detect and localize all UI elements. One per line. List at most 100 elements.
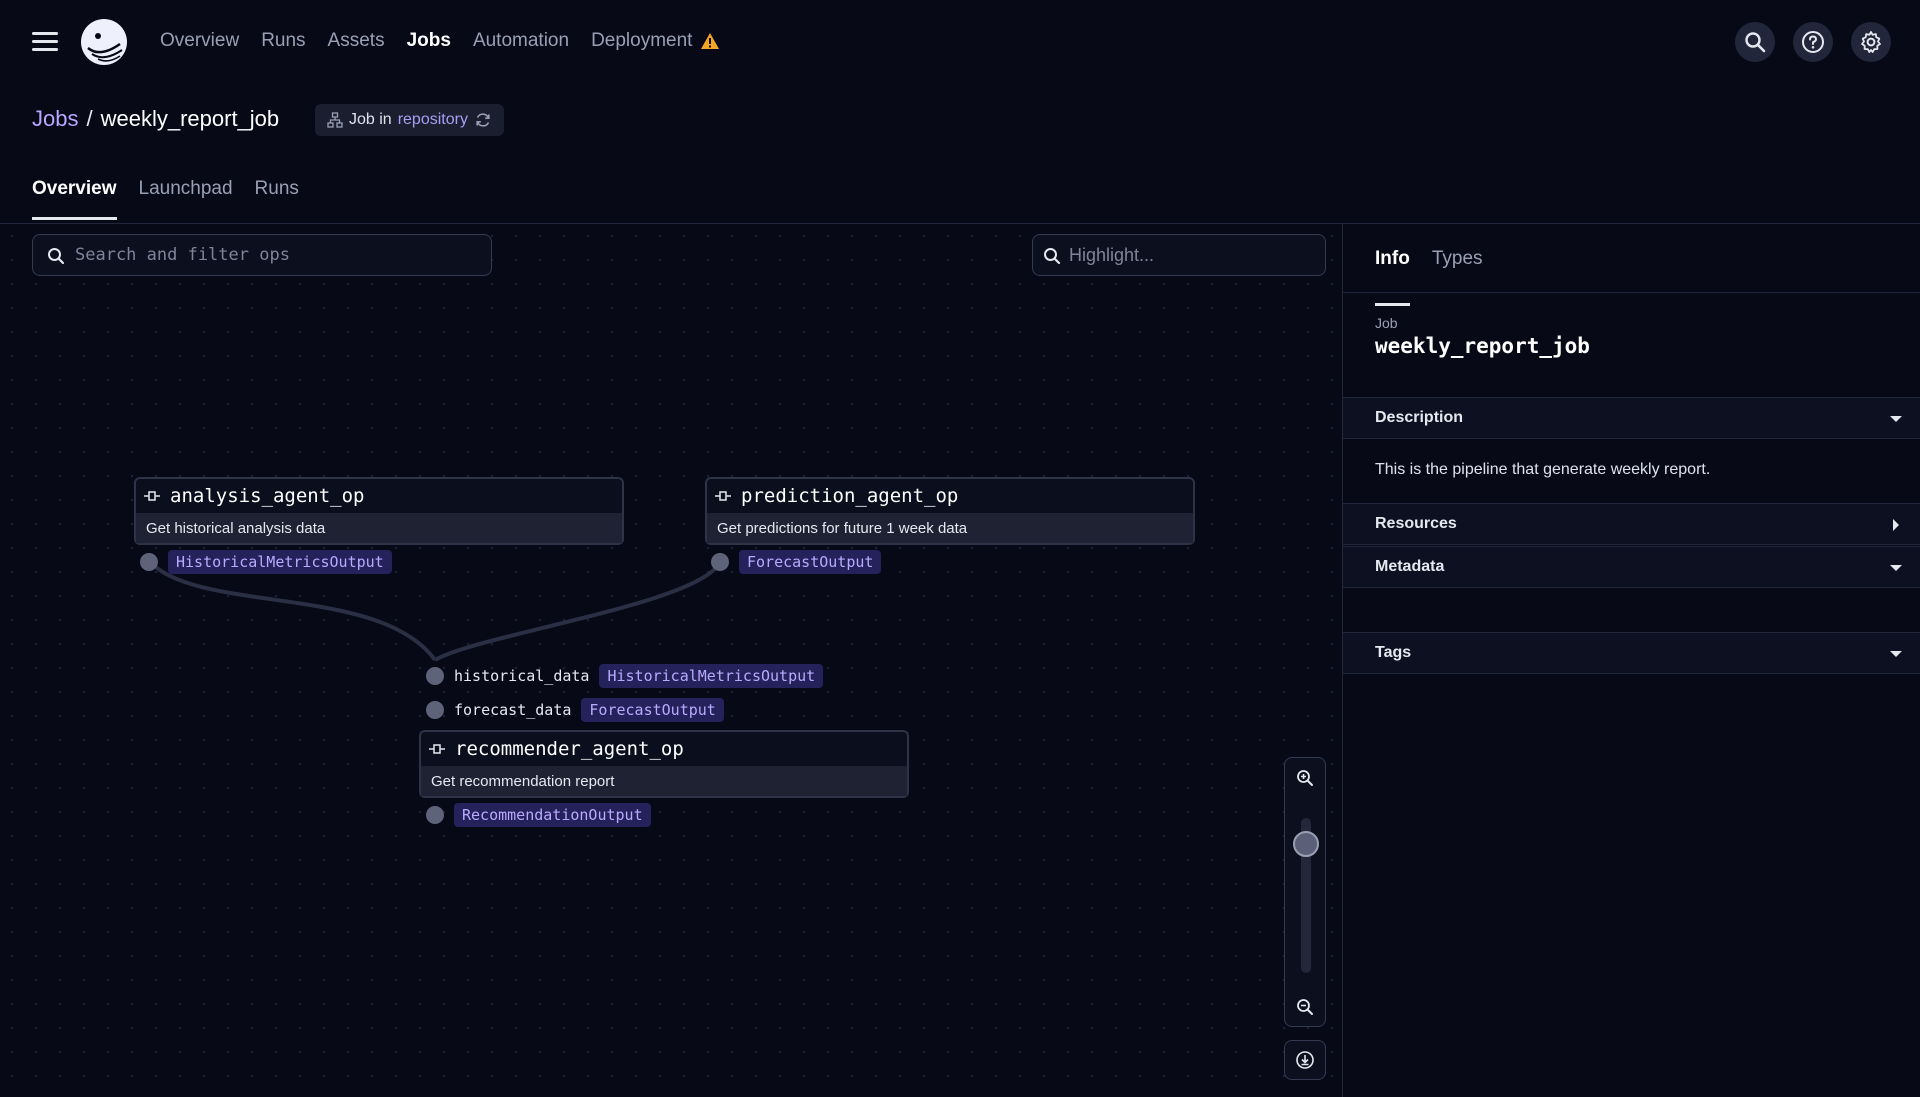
input-name: forecast_data [454,701,572,719]
download-icon [1296,1051,1314,1069]
nav-deployment-label: Deployment [591,30,693,51]
breadcrumb-separator: / [86,106,93,131]
page-title: weekly_report_job [100,106,280,131]
op-input-historical: historical_data HistoricalMetricsOutput [426,664,824,688]
edge-prediction-to-recommender [434,560,722,662]
op-name: recommender_agent_op [455,738,684,760]
op-graph-canvas[interactable]: analysis_agent_op Get historical analysi… [0,224,1342,1097]
breadcrumb: Jobs / weekly_report_job [32,106,279,132]
op-header: prediction_agent_op [707,479,1193,513]
search-icon [1044,248,1061,265]
section-tags[interactable]: Tags [1343,632,1920,674]
op-description: Get predictions for future 1 week data [707,513,1193,543]
section-description[interactable]: Description [1343,397,1920,439]
op-name: prediction_agent_op [741,485,959,507]
edge-analysis-to-recommender [148,560,437,662]
op-output-analysis: HistoricalMetricsOutput [140,550,392,574]
highlight-input[interactable] [1069,244,1325,266]
op-node-recommender[interactable]: recommender_agent_op Get recommendation … [419,730,909,798]
section-title: Resources [1375,515,1457,532]
warning-icon [701,33,720,49]
help-icon [1802,31,1824,53]
op-input-forecast: forecast_data ForecastOutput [426,698,724,722]
type-tag[interactable]: HistoricalMetricsOutput [168,550,392,574]
highlight-box [1032,234,1326,276]
caret-down-icon [1890,565,1902,571]
type-tag[interactable]: HistoricalMetricsOutput [599,664,824,688]
tab-types[interactable]: Types [1432,248,1483,286]
section-title: Description [1375,409,1464,426]
side-tabs-divider [1343,292,1920,293]
repository-link[interactable]: repository [398,111,468,129]
search-icon [48,248,65,265]
op-search-input[interactable] [75,245,491,265]
op-node-analysis[interactable]: analysis_agent_op Get historical analysi… [134,477,624,545]
settings-button[interactable] [1851,22,1891,62]
tab-overview[interactable]: Overview [32,178,117,220]
search-button[interactable] [1735,22,1775,62]
nav-assets[interactable]: Assets [328,30,385,52]
nav-automation[interactable]: Automation [473,30,569,52]
zoom-out-button[interactable] [1285,987,1325,1027]
op-icon [144,491,160,501]
section-title: Tags [1375,644,1412,661]
caret-down-icon [1890,651,1902,657]
dagster-logo[interactable] [80,18,128,66]
type-tag[interactable]: RecommendationOutput [454,803,651,827]
output-port-dot[interactable] [711,553,729,571]
caret-down-icon [1890,416,1902,422]
reload-icon[interactable] [474,111,492,129]
job-tabs: Overview Launchpad Runs [32,178,299,220]
tab-runs[interactable]: Runs [255,178,299,216]
op-icon [429,744,445,754]
input-name: historical_data [454,667,590,685]
input-port-dot[interactable] [426,667,444,685]
output-port-dot[interactable] [140,553,158,571]
section-metadata[interactable]: Metadata [1343,546,1920,588]
menu-icon[interactable] [32,32,58,52]
op-output-prediction: ForecastOutput [711,550,882,574]
graph-edges [148,560,722,662]
help-button[interactable] [1793,22,1833,62]
op-node-prediction[interactable]: prediction_agent_op Get predictions for … [705,477,1195,545]
input-port-dot[interactable] [426,701,444,719]
side-tabs: Info Types [1375,248,1483,306]
job-description: This is the pipeline that generate weekl… [1375,461,1711,478]
search-icon [1745,32,1766,53]
type-tag[interactable]: ForecastOutput [581,698,724,722]
op-output-recommender: RecommendationOutput [426,803,651,827]
job-name: weekly_report_job [1375,334,1590,358]
op-icon [715,491,731,501]
nav-deployment[interactable]: Deployment [591,30,720,52]
tab-info[interactable]: Info [1375,248,1410,306]
op-description: Get recommendation report [421,766,907,796]
nav-runs[interactable]: Runs [261,30,305,52]
nav-jobs[interactable]: Jobs [407,30,451,52]
job-repo-badge: Job in repository [315,104,504,136]
op-header: analysis_agent_op [136,479,622,513]
section-resources[interactable]: Resources [1343,503,1920,545]
side-panel: Info Types Job weekly_report_job Descrip… [1342,224,1920,1097]
op-search-box [32,234,492,276]
op-header: recommender_agent_op [421,732,907,766]
nav-links: Overview Runs Assets Jobs Automation Dep… [160,30,720,52]
type-tag[interactable]: ForecastOutput [739,550,882,574]
gear-icon [1861,31,1881,53]
op-description: Get historical analysis data [136,513,622,543]
zoom-controls [1284,757,1326,1027]
job-badge-prefix: Job in [349,111,392,128]
caret-right-icon [1893,519,1899,531]
output-port-dot[interactable] [426,806,444,824]
breadcrumb-jobs-link[interactable]: Jobs [32,106,78,132]
download-graph-button[interactable] [1284,1040,1326,1080]
top-nav: Overview Runs Assets Jobs Automation Dep… [0,0,1920,84]
tab-launchpad[interactable]: Launchpad [139,178,233,216]
job-label: Job [1375,315,1398,331]
zoom-in-button[interactable] [1285,758,1325,798]
hierarchy-icon [327,112,343,128]
section-title: Metadata [1375,558,1445,575]
op-name: analysis_agent_op [170,485,365,507]
zoom-in-icon [1297,770,1313,786]
nav-overview[interactable]: Overview [160,30,239,52]
zoom-slider-thumb[interactable] [1293,831,1319,857]
